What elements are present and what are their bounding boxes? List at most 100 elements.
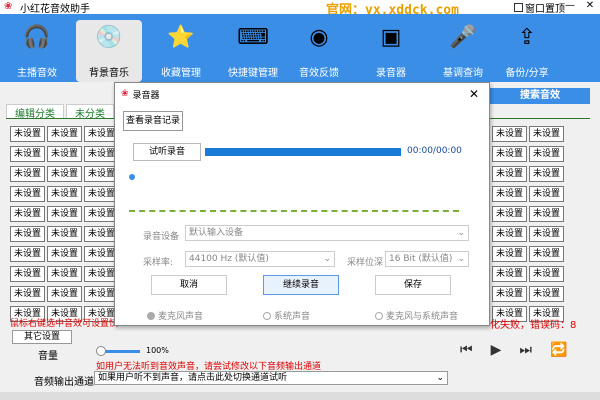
sound-slot[interactable]: 未设置 [47, 246, 82, 262]
playback-progress-bar[interactable] [205, 148, 401, 156]
radio-microphone[interactable]: 麦克风声音 [147, 309, 203, 322]
toolbar-item-2[interactable]: ⭐ 收藏管理 [148, 20, 214, 82]
sound-slot[interactable]: 未设置 [492, 246, 527, 262]
checkbox-box[interactable] [514, 3, 523, 12]
sound-slot[interactable]: 未设置 [10, 246, 45, 262]
sound-slot[interactable]: 未设置 [47, 286, 82, 302]
app-logo-icon: ❀ [121, 89, 129, 99]
cancel-button[interactable]: 取消 [151, 275, 227, 295]
sound-slot[interactable]: 未设置 [47, 126, 82, 142]
sound-slot[interactable]: 未设置 [47, 166, 82, 182]
sound-slot[interactable]: 未设置 [10, 266, 45, 282]
radio-mic-and-system[interactable]: 麦克风与系统声音 [375, 309, 458, 322]
sound-slot[interactable]: 未设置 [47, 266, 82, 282]
sound-slot[interactable]: 未设置 [492, 206, 527, 222]
sound-slot[interactable]: 未设置 [529, 226, 564, 242]
toolbar-item-7[interactable]: ⇪ 备份/分享 [494, 20, 560, 82]
output-channel-value: 如果用户听不到声音，请点击此处切换通道试听 [98, 373, 288, 383]
toolbar-item-label: 背景音乐 [89, 68, 129, 79]
sound-slot[interactable]: 未设置 [529, 126, 564, 142]
sound-slot[interactable]: 未设置 [492, 266, 527, 282]
volume-slider-thumb[interactable] [96, 346, 106, 356]
sound-slot[interactable]: 未设置 [47, 206, 82, 222]
save-button[interactable]: 保存 [375, 275, 451, 295]
toolbar-item-0[interactable]: 🎧 主播音效 [4, 20, 70, 82]
toolbar-item-label: 录音器 [376, 68, 406, 79]
playback-controls: ⏮ ▶ ⏭ 🔁 [460, 342, 567, 358]
sound-slot[interactable]: 未设置 [529, 186, 564, 202]
view-records-button[interactable]: 查看录音记录 [123, 111, 183, 131]
chevron-down-icon: ⌄ [457, 228, 465, 238]
toolbar-item-label: 基调查询 [443, 68, 483, 79]
sound-slot[interactable]: 未设置 [529, 246, 564, 262]
radio-system[interactable]: 系统声音 [263, 309, 310, 322]
other-settings-button[interactable]: 其它设置 [12, 330, 72, 344]
toolbar-item-label: 快捷键管理 [228, 68, 278, 79]
waveform-baseline [129, 210, 459, 212]
bit-depth-label: 采样位深 [347, 258, 384, 268]
radio-dot[interactable] [375, 311, 383, 320]
tab-edit-category[interactable]: 编辑分类 [6, 104, 64, 120]
sound-slot[interactable]: 未设置 [529, 266, 564, 282]
sound-slot[interactable]: 未设置 [492, 166, 527, 182]
previous-icon[interactable]: ⏮ [460, 342, 473, 358]
repeat-icon[interactable]: 🔁 [550, 342, 567, 358]
search-sound-button[interactable]: 搜索音效 [490, 88, 590, 104]
sound-slot[interactable]: 未设置 [10, 186, 45, 202]
sound-slot[interactable]: 未设置 [10, 226, 45, 242]
sound-slot[interactable]: 未设置 [47, 146, 82, 162]
chevron-down-icon: ⌄ [323, 254, 331, 264]
close-window-button[interactable]: ✕ [580, 0, 600, 11]
sound-slot[interactable]: 未设置 [10, 206, 45, 222]
device-value: 默认输入设备 [189, 228, 244, 238]
upload-icon: ⇪ [517, 24, 537, 50]
sound-slot[interactable]: 未设置 [529, 166, 564, 182]
recorder-dialog: ❀ 录音器 ✕ 查看录音记录 试听录音 00:00/00:00 录音设备 默认输… [114, 82, 490, 326]
toolbar-item-label: 音效反馈 [299, 68, 339, 79]
device-select[interactable]: 默认输入设备 ⌄ [185, 225, 469, 241]
sound-slot[interactable]: 未设置 [492, 146, 527, 162]
radio-dot[interactable] [147, 311, 155, 320]
sound-slot[interactable]: 未设置 [47, 186, 82, 202]
continue-recording-button[interactable]: 继续录音 [263, 275, 339, 295]
always-on-top-checkbox[interactable]: 窗口置顶 [514, 0, 565, 15]
next-icon[interactable]: ⏭ [519, 342, 532, 358]
sound-grid-left: 未设置 未设置 未设置 未设置 未设置 未设置 未设置 未设置 未设置 未设置 未设置 未设置 未设置未… [10, 126, 119, 322]
always-on-top-label: 窗口置顶 [525, 4, 565, 15]
error-text: 化失败，错误码：8 [490, 320, 577, 331]
toolbar-item-4[interactable]: ◉ 音效反馈 [286, 20, 352, 82]
microphone-icon: 🎤 [449, 24, 477, 50]
output-channel-select[interactable]: 如果用户听不到声音，请点击此处切换通道试听 ⌄ [94, 371, 448, 385]
radio-dot[interactable] [263, 311, 271, 320]
toolbar-item-6[interactable]: 🎤 基调查询 [430, 20, 496, 82]
headphones-icon: 🎧 [23, 24, 51, 50]
sound-slot[interactable]: 未设置 [529, 286, 564, 302]
bit-depth-select[interactable]: 16 Bit (默认值) ⌄ [385, 251, 469, 267]
sound-slot[interactable]: 未设置 [47, 226, 82, 242]
trial-listen-button[interactable]: 试听录音 [133, 143, 201, 161]
sound-slot[interactable]: 未设置 [492, 286, 527, 302]
toolbar-item-1[interactable]: 💿 背景音乐 [76, 20, 142, 82]
sound-slot[interactable]: 未设置 [492, 126, 527, 142]
chevron-down-icon: ⌄ [436, 373, 444, 383]
sound-slot[interactable]: 未设置 [10, 126, 45, 142]
sound-slot[interactable]: 未设置 [529, 146, 564, 162]
toolbar-item-5[interactable]: ▣ 录音器 [358, 20, 424, 82]
sound-slot[interactable]: 未设置 [492, 186, 527, 202]
webcam-icon: ◉ [309, 24, 329, 50]
sound-slot[interactable]: 未设置 [492, 226, 527, 242]
waveform-marker [129, 174, 135, 180]
window-controls: — ✕ [560, 0, 600, 11]
sound-slot[interactable]: 未设置 [10, 146, 45, 162]
toolbar-item-3[interactable]: ⌨ 快捷键管理 [220, 20, 286, 82]
toolbar-item-label: 收藏管理 [161, 68, 201, 79]
sample-rate-select[interactable]: 44100 Hz (默认值) ⌄ [185, 251, 335, 267]
sound-slot[interactable]: 未设置 [10, 286, 45, 302]
tab-uncategorized[interactable]: 未分类 [66, 104, 114, 120]
minimize-button[interactable]: — [560, 0, 580, 11]
play-icon[interactable]: ▶ [491, 342, 502, 358]
sound-slot[interactable]: 未设置 [10, 166, 45, 182]
close-icon[interactable]: ✕ [469, 87, 479, 101]
volume-slider-track[interactable] [100, 350, 140, 353]
sound-slot[interactable]: 未设置 [529, 206, 564, 222]
